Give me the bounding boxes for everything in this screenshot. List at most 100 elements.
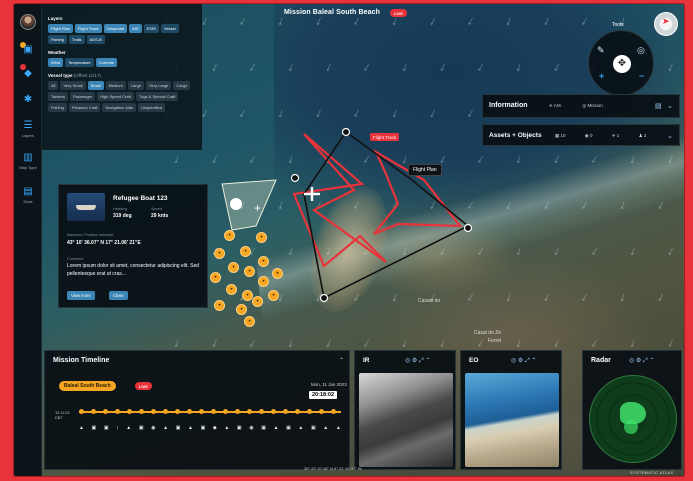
layer-chip[interactable]: Medium bbox=[105, 81, 126, 90]
layer-chip[interactable]: Currents bbox=[95, 58, 117, 67]
layer-chip[interactable]: Unspecified bbox=[138, 103, 165, 112]
timeline-event-dot[interactable] bbox=[127, 409, 132, 414]
radar-scope[interactable] bbox=[589, 375, 677, 463]
timeline-event-dot[interactable] bbox=[211, 409, 216, 414]
poi-marker-icon[interactable]: • bbox=[272, 268, 283, 279]
timeline-event-dot[interactable] bbox=[103, 409, 108, 414]
pen-icon[interactable]: ✎ bbox=[597, 45, 605, 56]
chevron-up-icon[interactable]: ⌃ bbox=[339, 357, 344, 364]
layer-chip[interactable]: Tankers bbox=[48, 92, 69, 101]
layer-chip[interactable]: Flight Track bbox=[74, 24, 102, 33]
layer-chip[interactable]: Tugs & Special Craft bbox=[135, 92, 179, 101]
waypoint[interactable] bbox=[319, 293, 329, 303]
layer-chip[interactable]: Fishing bbox=[48, 103, 67, 112]
zoom-out-icon[interactable]: − bbox=[639, 71, 644, 81]
document-icon[interactable]: ▤ bbox=[655, 102, 662, 110]
layer-chip[interactable]: Navigation Aids bbox=[102, 103, 137, 112]
layer-chip[interactable]: Cargo bbox=[173, 81, 191, 90]
poi-marker-icon[interactable]: • bbox=[258, 256, 269, 267]
poi-marker-icon[interactable]: • bbox=[244, 316, 255, 327]
timeline-event-dot[interactable] bbox=[271, 409, 276, 414]
layer-chip[interactable]: Very Small bbox=[60, 81, 86, 90]
layer-chip[interactable]: Wind bbox=[48, 58, 64, 67]
tab-mission[interactable]: ◎ Mission bbox=[582, 103, 612, 108]
flight-plan-tag[interactable]: Flight Plan bbox=[408, 164, 442, 176]
poi-marker-icon[interactable]: • bbox=[210, 272, 221, 283]
poi-marker-icon[interactable]: • bbox=[252, 296, 263, 307]
waypoint[interactable] bbox=[290, 173, 300, 183]
zoom-in-icon[interactable]: + bbox=[599, 71, 604, 81]
camera-icon[interactable]: ◎ ⚙ ⤢ ⌃ bbox=[629, 357, 654, 365]
layer-chip[interactable]: Flight Plan bbox=[48, 24, 73, 33]
poi-marker-icon[interactable]: • bbox=[256, 232, 267, 243]
compass-icon[interactable]: ➤ bbox=[654, 12, 678, 36]
tab-ais[interactable]: ✈ AIS bbox=[549, 103, 571, 108]
camera-icon[interactable]: ◎ ⚙ ⤢ ⌃ bbox=[511, 357, 536, 365]
timeline-event-dot[interactable] bbox=[295, 409, 300, 414]
timeline-event-dot[interactable] bbox=[331, 409, 336, 414]
timeline-event-dot[interactable] bbox=[199, 409, 204, 414]
layer-chip[interactable]: AIS bbox=[129, 24, 142, 33]
timeline-event-dot[interactable] bbox=[115, 409, 120, 414]
timeline-event-dot[interactable] bbox=[151, 409, 156, 414]
timeline-event-dot[interactable] bbox=[247, 409, 252, 414]
layers-icon[interactable]: ☰ Layers bbox=[18, 120, 38, 138]
camera-icon[interactable]: ◎ ⚙ ⤢ ⌃ bbox=[405, 357, 430, 365]
poi-marker-icon[interactable]: • bbox=[268, 290, 279, 301]
timeline-event-dot[interactable] bbox=[283, 409, 288, 414]
poi-marker-icon[interactable]: • bbox=[214, 248, 225, 259]
layer-chip[interactable]: Fishing bbox=[48, 35, 67, 44]
timeline-event-dot[interactable] bbox=[307, 409, 312, 414]
poi-marker-icon[interactable]: • bbox=[236, 304, 247, 315]
close-button[interactable]: Close bbox=[109, 291, 128, 300]
view-more-button[interactable]: View more bbox=[67, 291, 95, 300]
layer-chip[interactable]: Small bbox=[87, 81, 104, 90]
poi-marker-icon[interactable]: • bbox=[226, 284, 237, 295]
poi-marker-icon[interactable]: • bbox=[228, 262, 239, 273]
layer-chip[interactable]: High Speed Craft bbox=[97, 92, 134, 101]
timeline-event-dot[interactable] bbox=[79, 409, 84, 414]
layer-chip[interactable]: Large bbox=[127, 81, 145, 90]
chevron-down-icon[interactable]: ⌄ bbox=[667, 102, 673, 110]
poi-marker-icon[interactable]: • bbox=[244, 266, 255, 277]
timeline-event-dot[interactable] bbox=[235, 409, 240, 414]
timeline-event-dot[interactable] bbox=[91, 409, 96, 414]
ir-feed[interactable] bbox=[359, 373, 453, 467]
timeline-event-dot[interactable] bbox=[187, 409, 192, 414]
chevron-down-icon[interactable]: ⌄ bbox=[667, 132, 673, 140]
poi-marker-icon[interactable]: • bbox=[240, 246, 251, 257]
layer-chip[interactable]: Pleasure Craft bbox=[68, 103, 101, 112]
timeline-event-dot[interactable] bbox=[163, 409, 168, 414]
layer-chip[interactable]: ESRI bbox=[143, 24, 159, 33]
target-icon[interactable]: ◎ bbox=[637, 45, 645, 56]
poi-marker-icon[interactable]: • bbox=[258, 276, 269, 287]
layer-chip[interactable]: Trails bbox=[68, 35, 85, 44]
map-type-icon[interactable]: ▥ Map Type bbox=[18, 152, 38, 170]
layer-chip[interactable]: All bbox=[48, 81, 59, 90]
layer-chip[interactable]: Passenger bbox=[70, 92, 96, 101]
waypoint[interactable] bbox=[463, 223, 473, 233]
vessel-marker[interactable] bbox=[230, 198, 242, 210]
layer-chip[interactable]: Very Large bbox=[146, 81, 172, 90]
bell-icon[interactable]: ◆ bbox=[18, 68, 38, 79]
chat-icon[interactable]: ▣ bbox=[18, 44, 38, 55]
layer-chip[interactable]: Temperature bbox=[65, 58, 94, 67]
timeline-event-dot[interactable] bbox=[175, 409, 180, 414]
avatar[interactable] bbox=[20, 14, 36, 30]
docs-icon[interactable]: ▤ Docs bbox=[18, 186, 38, 204]
gear-icon[interactable]: ✱ bbox=[18, 94, 38, 105]
pan-icon[interactable]: ✥ bbox=[613, 55, 631, 73]
timeline-event-dot[interactable] bbox=[319, 409, 324, 414]
timeline-event-dot[interactable] bbox=[223, 409, 228, 414]
timeline-event-dot[interactable] bbox=[259, 409, 264, 414]
layer-chip[interactable]: ADS-B bbox=[86, 35, 105, 44]
poi-marker-icon[interactable]: • bbox=[214, 300, 225, 311]
poi-marker-icon[interactable]: • bbox=[224, 230, 235, 241]
eo-feed[interactable] bbox=[465, 373, 559, 467]
mission-chip[interactable]: Baleal South Beach bbox=[59, 381, 116, 391]
waypoint[interactable] bbox=[341, 127, 351, 137]
layer-chip[interactable]: Geoportal bbox=[103, 24, 128, 33]
timeline-event-dot[interactable] bbox=[139, 409, 144, 414]
flight-track-tag[interactable]: Flight Track bbox=[370, 133, 400, 141]
layer-chip[interactable]: Vessel bbox=[160, 24, 179, 33]
